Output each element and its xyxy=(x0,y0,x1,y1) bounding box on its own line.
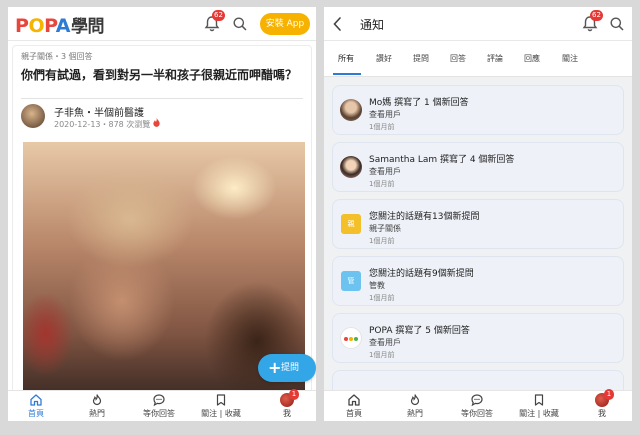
page-title: 通知 xyxy=(360,18,385,32)
nav-awaiting-label: 等你回答 xyxy=(461,409,493,418)
avatar: 1 xyxy=(595,389,614,407)
notification-text: 您關注的話題有13個新提問 xyxy=(369,212,480,222)
chat-icon xyxy=(471,394,483,407)
notification-tabs: 所有 讚好 提問 回答 評論 回應 關注 xyxy=(324,41,632,77)
back-arrow-icon[interactable] xyxy=(330,15,346,33)
divider xyxy=(21,98,303,99)
fire-icon xyxy=(410,394,420,406)
notification-time: 1個月前 xyxy=(369,294,395,302)
home-icon xyxy=(30,394,42,406)
tab-replies[interactable]: 回應 xyxy=(524,53,540,64)
post-date-views: 2020-12-13・878 次瀏覽 xyxy=(54,120,151,129)
ask-question-label: 提問 xyxy=(281,363,300,373)
nav-hot[interactable]: 熱門 xyxy=(385,393,445,419)
nav-home[interactable]: 首頁 xyxy=(324,393,384,419)
notification-time: 1個月前 xyxy=(369,237,395,245)
search-icon[interactable] xyxy=(609,15,627,33)
bookmark-icon xyxy=(534,394,544,406)
notification-badge: 62 xyxy=(590,10,603,21)
home-screen: POPA學問 62 安裝 App 親子關係・3 個回答 你們有試過，看到對另一半… xyxy=(8,7,316,421)
tab-questions[interactable]: 提問 xyxy=(413,53,429,64)
bookmark-icon xyxy=(216,394,226,406)
nav-hot[interactable]: 熱門 xyxy=(67,393,127,419)
notification-sub[interactable]: 查看用戶 xyxy=(369,337,401,348)
tab-follows[interactable]: 關注 xyxy=(562,53,578,64)
ask-question-button[interactable]: + 提問 xyxy=(258,354,316,382)
top-bar: POPA學問 62 安裝 App xyxy=(8,7,316,41)
notification-sub[interactable]: 親子關係 xyxy=(369,223,401,234)
nav-hot-label: 熱門 xyxy=(89,409,105,418)
notification-item[interactable]: 親 您關注的話題有13個新提問 親子關係 1個月前 xyxy=(332,199,624,249)
tab-answers[interactable]: 回答 xyxy=(450,53,466,64)
notifications-screen: 通知 62 所有 讚好 提問 回答 評論 回應 關注 Mo媽 撰寫了 1 個新回… xyxy=(324,7,632,421)
nav-awaiting-label: 等你回答 xyxy=(143,409,175,418)
chat-icon xyxy=(153,394,165,407)
bell-icon[interactable]: 62 xyxy=(204,10,225,33)
user-avatar xyxy=(340,99,362,121)
notification-item[interactable]: Samantha Lam 撰寫了 4 個新回答 查看用戶 1個月前 xyxy=(332,142,624,192)
nav-me[interactable]: 1 我 xyxy=(572,389,632,419)
notification-time: 1個月前 xyxy=(369,123,395,131)
notification-time: 1個月前 xyxy=(369,351,395,359)
nav-follow-label: 關注 | 收藏 xyxy=(519,409,559,418)
fire-icon xyxy=(153,117,160,127)
top-bar: 通知 62 xyxy=(324,7,632,41)
me-badge: 1 xyxy=(289,389,299,400)
tab-all[interactable]: 所有 xyxy=(338,53,354,64)
nav-hot-label: 熱門 xyxy=(407,409,423,418)
notification-sub[interactable]: 查看用戶 xyxy=(369,109,401,120)
nav-follow[interactable]: 關注 | 收藏 xyxy=(509,393,569,419)
me-badge: 1 xyxy=(604,389,614,400)
install-app-button[interactable]: 安裝 App xyxy=(260,13,310,35)
nav-follow[interactable]: 關注 | 收藏 xyxy=(191,393,251,419)
home-icon xyxy=(348,394,360,406)
notification-badge: 62 xyxy=(212,10,225,21)
bell-icon[interactable]: 62 xyxy=(582,10,603,33)
notification-sub[interactable]: 查看用戶 xyxy=(369,166,401,177)
user-avatar xyxy=(340,156,362,178)
plus-icon: + xyxy=(268,358,282,377)
notification-item[interactable]: Mo媽 撰寫了 1 個新回答 查看用戶 1個月前 xyxy=(332,85,624,135)
author-avatar[interactable] xyxy=(21,104,45,128)
nav-home[interactable]: 首頁 xyxy=(8,393,66,419)
active-tab-indicator xyxy=(333,73,361,75)
nav-me-label: 我 xyxy=(283,409,291,418)
tab-likes[interactable]: 讚好 xyxy=(376,53,392,64)
tab-comments[interactable]: 評論 xyxy=(487,53,503,64)
nav-follow-label: 關注 | 收藏 xyxy=(201,409,241,418)
popa-logo[interactable]: POPA學問 xyxy=(15,12,105,37)
topic-icon: 親 xyxy=(341,214,361,234)
question-title[interactable]: 你們有試過，看到對另一半和孩子很親近而呷醋嗎？ xyxy=(21,67,306,83)
fire-icon xyxy=(92,394,102,406)
nav-awaiting[interactable]: 等你回答 xyxy=(447,393,507,419)
nav-home-label: 首頁 xyxy=(346,409,362,418)
nav-home-label: 首頁 xyxy=(28,409,44,418)
nav-me-label: 我 xyxy=(598,409,606,418)
nav-awaiting[interactable]: 等你回答 xyxy=(129,393,189,419)
nav-me[interactable]: 1 我 xyxy=(257,389,316,419)
notification-item[interactable]: 管 您關注的話題有9個新提問 管教 1個月前 xyxy=(332,256,624,306)
search-icon[interactable] xyxy=(232,15,250,33)
bottom-nav: 首頁 熱門 等你回答 關注 | 收藏 1 我 xyxy=(324,389,632,421)
bottom-nav: 首頁 熱門 等你回答 關注 | 收藏 1 我 xyxy=(8,389,316,421)
notification-text: POPA 撰寫了 5 個新回答 xyxy=(369,326,470,336)
notification-item[interactable]: POPA 撰寫了 5 個新回答 查看用戶 1個月前 xyxy=(332,313,624,363)
notification-text: 您關注的話題有9個新提問 xyxy=(369,269,474,279)
notification-text: Mo媽 撰寫了 1 個新回答 xyxy=(369,98,469,108)
question-card[interactable]: 親子關係・3 個回答 你們有試過，看到對另一半和孩子很親近而呷醋嗎？ 子非魚・半… xyxy=(12,45,312,397)
avatar: 1 xyxy=(280,389,299,407)
notification-time: 1個月前 xyxy=(369,180,395,188)
popa-logo-icon xyxy=(340,327,362,349)
author-name[interactable]: 子非魚・半個前醫護 xyxy=(54,104,144,119)
notification-sub[interactable]: 管教 xyxy=(369,280,385,291)
question-meta: 親子關係・3 個回答 xyxy=(21,52,93,61)
notification-text: Samantha Lam 撰寫了 4 個新回答 xyxy=(369,155,515,165)
topic-icon: 管 xyxy=(341,271,361,291)
